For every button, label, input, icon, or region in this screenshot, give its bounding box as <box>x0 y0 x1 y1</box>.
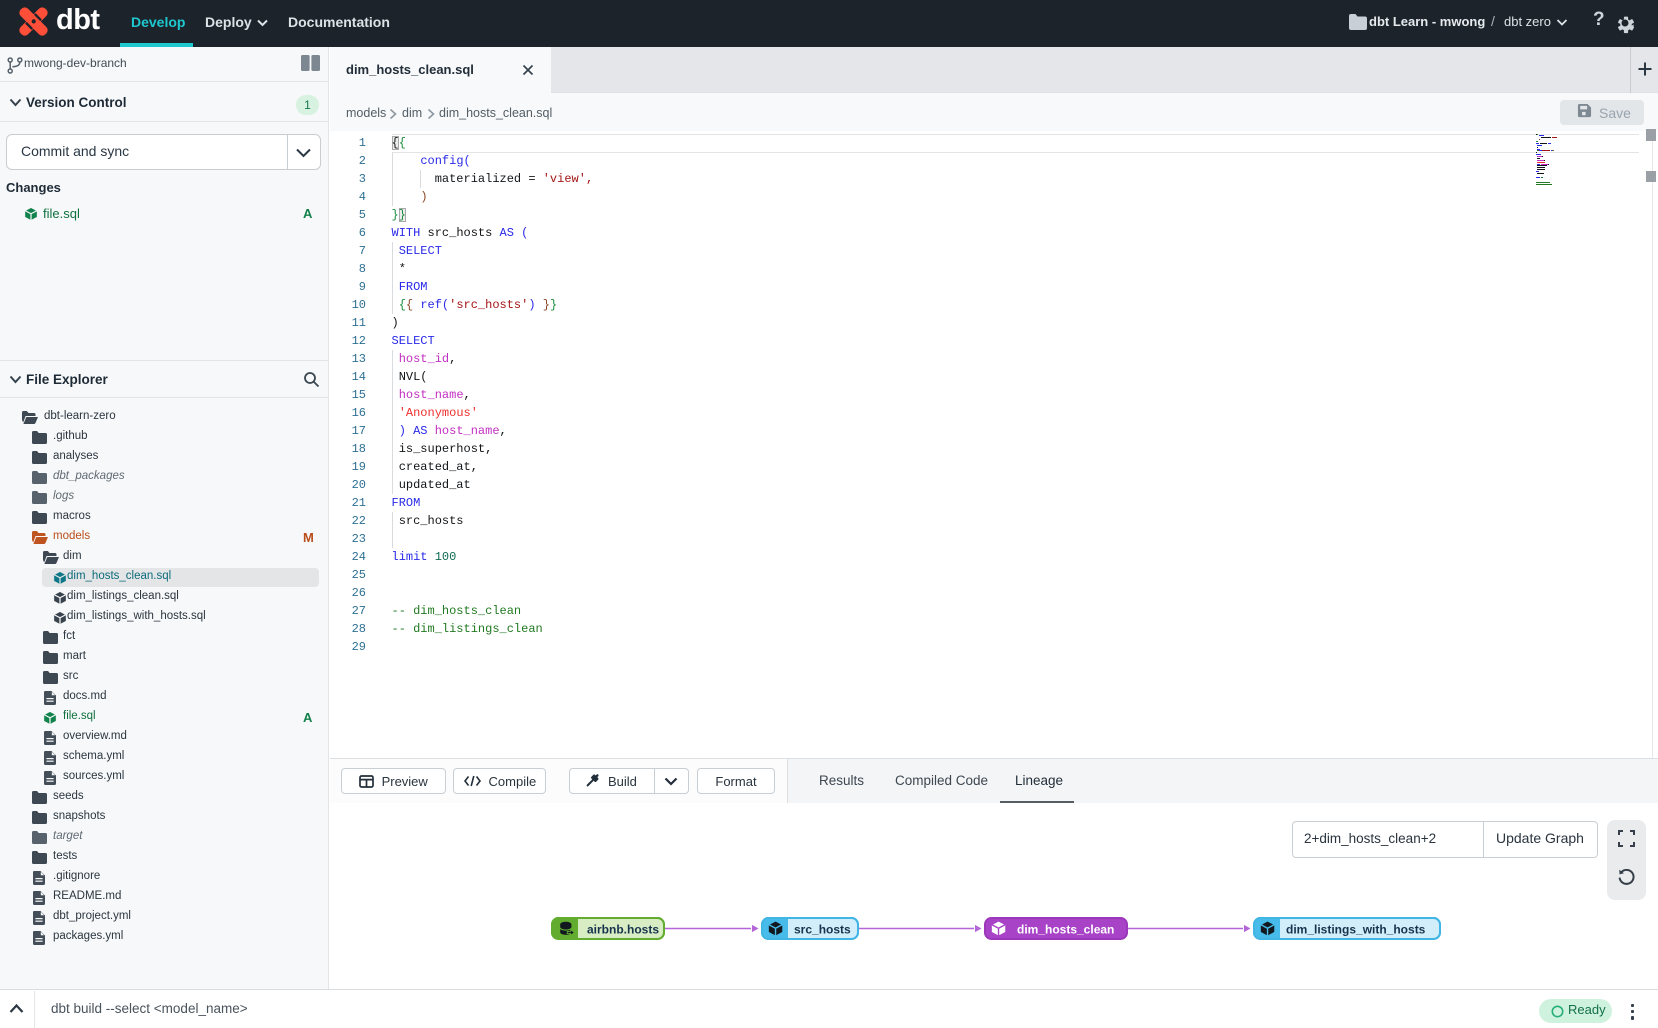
svg-text:dim_hosts_clean: dim_hosts_clean <box>1017 923 1114 937</box>
svg-text:src_hosts: src_hosts <box>794 923 851 937</box>
svg-text:dim_listings_with_hosts: dim_listings_with_hosts <box>1286 923 1426 937</box>
svg-text:airbnb.hosts: airbnb.hosts <box>587 923 659 937</box>
